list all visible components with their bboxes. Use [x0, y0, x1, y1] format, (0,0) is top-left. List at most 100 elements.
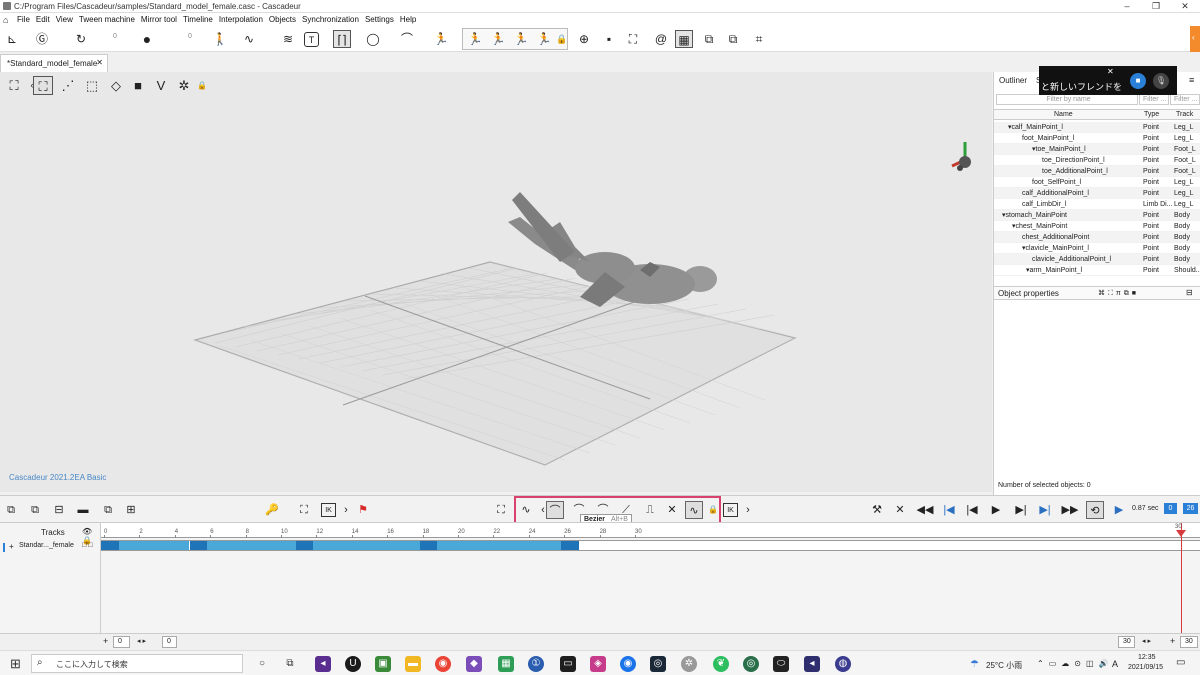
cortana-icon[interactable]: ○ — [254, 656, 270, 672]
minimize-icon[interactable]: – — [1120, 1, 1134, 12]
chrome-icon[interactable]: ◉ — [435, 656, 451, 672]
ime-indicator[interactable]: A — [1112, 659, 1118, 669]
app-pink-icon[interactable]: ◈ — [590, 656, 606, 672]
playhead[interactable] — [1176, 523, 1186, 634]
track-keys[interactable] — [101, 540, 1200, 551]
tab-close-icon[interactable]: ✕ — [96, 58, 103, 67]
browser-icon[interactable]: ◎ — [743, 656, 759, 672]
menu-objects[interactable]: Objects — [266, 13, 299, 26]
rotate-mode-icon[interactable]: ↻ — [72, 30, 90, 48]
ik-arrow-icon[interactable]: › — [337, 501, 355, 519]
menu-help[interactable]: Help — [397, 13, 419, 26]
menu-interpolation[interactable]: Interpolation — [216, 13, 266, 26]
menu-synchronization[interactable]: Synchronization — [299, 13, 362, 26]
key-icon[interactable]: 🔑 — [263, 501, 281, 519]
grid-icon[interactable]: ▦ — [675, 30, 693, 48]
run-pose-a-icon[interactable]: 🏃 — [466, 30, 484, 48]
range-start-arrows-icon[interactable]: ◂ ▸ — [137, 637, 146, 645]
first-key-icon[interactable]: |◀ — [940, 501, 958, 519]
playhead-marker[interactable] — [1176, 530, 1186, 537]
v-tool-icon[interactable]: V — [151, 76, 171, 95]
view-gizmo[interactable] — [951, 142, 971, 171]
keyframe-block[interactable] — [561, 541, 579, 550]
menu-mirror-tool[interactable]: Mirror tool — [138, 13, 180, 26]
path-icon[interactable]: ∿ — [240, 30, 258, 48]
home-icon[interactable]: ⌂ — [3, 15, 8, 25]
outliner-row[interactable]: ▾clavicle_MainPoint_l Point Body — [994, 243, 1200, 254]
interval-block[interactable] — [313, 541, 420, 550]
ik-button[interactable]: IK — [321, 503, 336, 517]
task-view-icon[interactable]: ⧉ — [282, 656, 298, 672]
steam-icon[interactable]: ◎ — [650, 656, 666, 672]
app-purple-icon[interactable]: ◆ — [466, 656, 482, 672]
global-icon[interactable]: Ⓖ — [33, 30, 51, 48]
maps-icon[interactable]: ◉ — [620, 656, 636, 672]
vs-icon[interactable]: ◂ — [315, 656, 331, 672]
target-icon[interactable]: ⊕ — [575, 30, 593, 48]
text-t-icon[interactable]: T — [304, 32, 319, 47]
app-image-icon[interactable]: ▣ — [375, 656, 391, 672]
range-start-field-2[interactable]: 0 — [162, 636, 177, 648]
run-pose-icon[interactable]: 🏃 — [432, 30, 450, 48]
record-stop-icon[interactable]: ■ — [1130, 73, 1146, 89]
track-expand-icon[interactable]: + — [9, 542, 14, 551]
run-pose-c-icon[interactable]: 🏃 — [512, 30, 530, 48]
step-value-a[interactable]: 0 — [113, 33, 117, 40]
character-icon[interactable]: 🚶 — [211, 30, 229, 48]
outliner-row[interactable]: foot_MainPoint_l Point Leg_L — [994, 133, 1200, 144]
select-tool-icon[interactable]: ⛶ — [33, 76, 53, 95]
outliner-row[interactable]: toe_AdditionalPoint_l Point Foot_L — [994, 166, 1200, 177]
coordinate-system-icon[interactable]: ⊾ — [3, 30, 21, 48]
track-toggle-icon[interactable]: □ □ — [82, 542, 92, 549]
tab-outliner[interactable]: Outliner — [999, 76, 1027, 85]
play-icon[interactable]: ▶ — [987, 501, 1005, 519]
arc-icon[interactable]: ⌒ — [398, 30, 416, 48]
layer-lock-icon[interactable]: ⧉ — [99, 501, 117, 519]
filter-track-input[interactable]: Filter ... — [1170, 94, 1200, 105]
clock-time[interactable]: 12:35 — [1138, 654, 1156, 661]
mic-off-icon[interactable]: 🎙 — [1153, 73, 1169, 89]
terminal-icon[interactable]: ▭ — [560, 656, 576, 672]
fit-icon[interactable]: ⛶ — [295, 501, 313, 519]
vscode-icon[interactable]: ◂ — [804, 656, 820, 672]
app-dark-icon[interactable]: ⬭ — [773, 656, 789, 672]
run-pose-d-icon[interactable]: 🏃 — [535, 30, 553, 48]
rewind-icon[interactable]: ◀◀ — [916, 501, 934, 519]
range-end-field-2[interactable]: 30 — [1180, 636, 1198, 648]
filter-type-input[interactable]: Filter ... — [1139, 94, 1169, 105]
menu-view[interactable]: View — [53, 13, 76, 26]
track-name[interactable]: Standar..._female — [19, 542, 74, 549]
outliner-row[interactable]: foot_SelfPoint_l Point Leg_L — [994, 177, 1200, 188]
joints-icon[interactable]: ✲ — [174, 76, 194, 95]
layer-box-icon[interactable]: ▬ — [74, 501, 92, 519]
keyframe-block[interactable] — [295, 541, 314, 550]
interval-block[interactable] — [437, 541, 562, 550]
wave-icon[interactable]: ≋ — [279, 30, 297, 48]
outliner-row[interactable]: ▾chest_MainPoint Point Body — [994, 221, 1200, 232]
outliner-row[interactable]: toe_DirectionPoint_l Point Foot_L — [994, 155, 1200, 166]
outliner-row[interactable]: ▾toe_MainPoint_l Point Foot_L — [994, 144, 1200, 155]
range-end-field[interactable]: 30 — [1118, 636, 1135, 648]
keyframe-block[interactable] — [189, 541, 208, 550]
app-grey-icon[interactable]: ✲ — [681, 656, 697, 672]
select-frame-icon[interactable]: ⛶ — [4, 76, 24, 95]
ik-arrow-2-icon[interactable]: › — [739, 501, 757, 519]
add-folder-icon[interactable]: ⧉ — [26, 501, 44, 519]
remove-layer-icon[interactable]: ⊟ — [50, 501, 68, 519]
close-icon[interactable]: ✕ — [1178, 1, 1192, 12]
windows-start-icon[interactable]: ⊞ — [10, 656, 21, 672]
prev-frame-icon[interactable]: |◀ — [963, 501, 981, 519]
paste-icon[interactable]: ⧉ — [724, 30, 742, 48]
bracket-icon[interactable]: ⌈⌉ — [333, 30, 351, 48]
keyframe-block[interactable] — [101, 541, 119, 550]
solid-tool-icon[interactable]: ■ — [128, 76, 148, 95]
split-layer-icon[interactable]: ⊞ — [122, 501, 140, 519]
tray-icons[interactable]: ⌃▭☁⊙◫🔊 — [1037, 659, 1113, 668]
col-track[interactable]: Track — [1176, 111, 1193, 118]
frame-start-field[interactable]: 0 — [1164, 503, 1177, 514]
loop-playback-icon[interactable]: ⟲ — [1086, 501, 1104, 519]
next-frame-icon[interactable]: ▶| — [1012, 501, 1030, 519]
outliner-row[interactable]: calf_LimbDir_l Limb Di... Leg_L — [994, 199, 1200, 210]
pin-icon[interactable]: ✕ — [891, 501, 909, 519]
side-tab[interactable]: ‹ — [1190, 26, 1200, 52]
